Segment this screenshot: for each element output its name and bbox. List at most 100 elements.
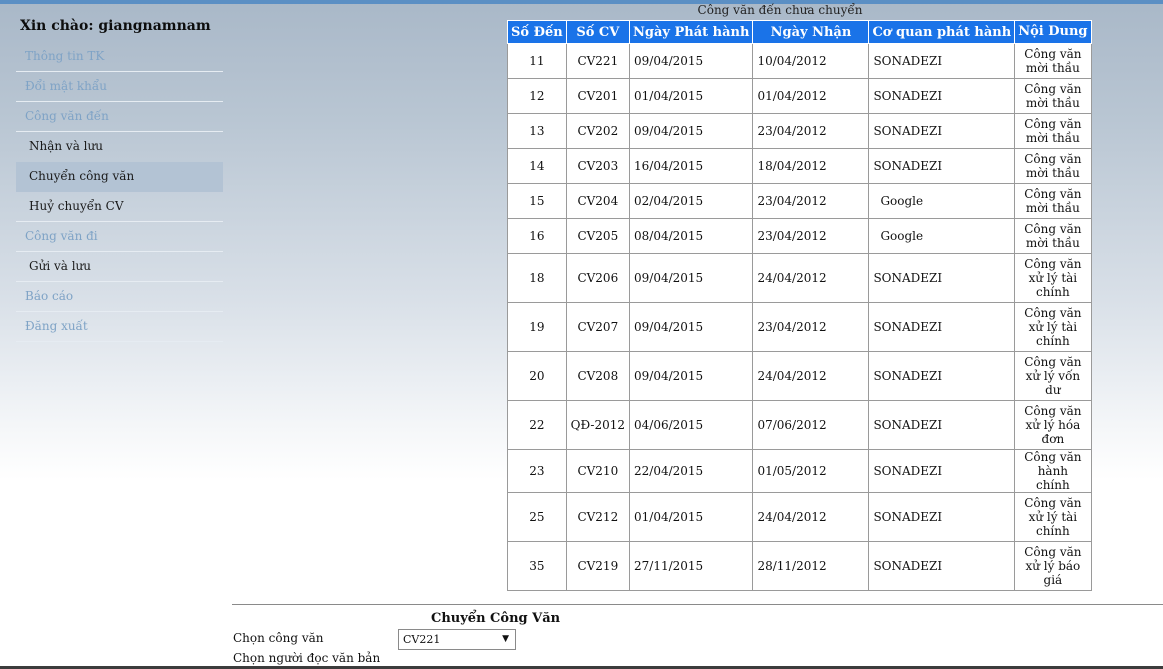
sidebar-item-reports[interactable]: Báo cáo [16, 282, 223, 312]
cell-noi-dung: Công văn mời thầu [1014, 78, 1092, 114]
cell-co-quan: SONADEZI [868, 113, 1016, 149]
sidebar: Xin chào: giangnamnam Thông tin TK Đổi m… [16, 16, 223, 342]
cell-ngay-nhan: 10/04/2012 [752, 43, 870, 79]
sidebar-item-outgoing-docs[interactable]: Công văn đi [16, 222, 223, 252]
cell-so-den: 25 [507, 492, 567, 542]
cell-ngay-nhan: 23/04/2012 [752, 113, 870, 149]
table-row[interactable]: 14 CV203 16/04/2015 18/04/2012 SONADEZI Công … [507, 148, 1092, 184]
choose-reader-label: Chọn người đọc văn bản [233, 651, 381, 665]
cell-ngay-nhan: 23/04/2012 [752, 183, 870, 219]
table-row[interactable]: 19 CV207 09/04/2015 23/04/2012 SONADEZI Công … [507, 302, 1092, 352]
cell-co-quan: SONADEZI [868, 78, 1016, 114]
sidebar-item-account-info[interactable]: Thông tin TK [16, 42, 223, 72]
cell-ngay-phat-hanh: 09/04/2015 [629, 43, 754, 79]
cell-noi-dung: Công văn xử lý vốn dư [1014, 351, 1092, 401]
cell-noi-dung: Công văn xử lý hóa đơn [1014, 400, 1092, 450]
cell-ngay-phat-hanh: 27/11/2015 [629, 541, 754, 591]
sidebar-item-transfer-docs[interactable]: Chuyển công văn [16, 162, 223, 192]
cell-so-den: 14 [507, 148, 567, 184]
table-header-row: Số Đến Số CV Ngày Phát hành Ngày Nhận Cơ… [507, 20, 1092, 44]
doc-select[interactable]: CV221 ▼ [398, 629, 516, 650]
sidebar-item-receive-save[interactable]: Nhận và lưu [16, 132, 223, 162]
cell-noi-dung: Công văn mời thầu [1014, 183, 1092, 219]
cell-so-cv: QĐ-2012 [565, 400, 631, 450]
cell-so-den: 35 [507, 541, 567, 591]
cell-ngay-phat-hanh: 22/04/2015 [629, 449, 754, 493]
cell-so-cv: CV208 [565, 351, 631, 401]
sidebar-item-incoming-docs[interactable]: Công văn đến [16, 102, 223, 132]
cell-ngay-phat-hanh: 09/04/2015 [629, 253, 754, 303]
choose-doc-label: Chọn công văn [233, 631, 324, 645]
sidebar-item-logout[interactable]: Đăng xuất [16, 312, 223, 342]
cell-co-quan: Google [868, 183, 1016, 219]
dropdown-arrow-icon: ▼ [502, 634, 509, 644]
sidebar-menu: Thông tin TK Đổi mật khẩu Công văn đến N… [16, 42, 223, 342]
cell-so-den: 12 [507, 78, 567, 114]
table-row[interactable]: 18 CV206 09/04/2015 24/04/2012 SONADEZI Công … [507, 253, 1092, 303]
table-row[interactable]: 23 CV210 22/04/2015 01/05/2012 SONADEZI Công … [507, 449, 1092, 493]
cell-ngay-nhan: 28/11/2012 [752, 541, 870, 591]
cell-so-den: 23 [507, 449, 567, 493]
cell-co-quan: SONADEZI [868, 351, 1016, 401]
cell-co-quan: SONADEZI [868, 541, 1016, 591]
cell-noi-dung: Công văn hành chính [1014, 449, 1092, 493]
cell-so-cv: CV219 [565, 541, 631, 591]
cell-ngay-nhan: 07/06/2012 [752, 400, 870, 450]
table-row[interactable]: 13 CV202 09/04/2015 23/04/2012 SONADEZI Công … [507, 113, 1092, 149]
cell-ngay-nhan: 18/04/2012 [752, 148, 870, 184]
cell-so-den: 19 [507, 302, 567, 352]
cell-ngay-phat-hanh: 09/04/2015 [629, 302, 754, 352]
cell-ngay-nhan: 23/04/2012 [752, 218, 870, 254]
table-row[interactable]: 25 CV212 01/04/2015 24/04/2012 SONADEZI Công … [507, 492, 1092, 542]
table-row[interactable]: 11 CV221 09/04/2015 10/04/2012 SONADEZI Công … [507, 43, 1092, 79]
cell-co-quan: Google [868, 218, 1016, 254]
cell-so-cv: CV201 [565, 78, 631, 114]
cell-ngay-nhan: 23/04/2012 [752, 302, 870, 352]
header-so-den: Số Đến [507, 20, 567, 44]
cell-noi-dung: Công văn mời thầu [1014, 148, 1092, 184]
cell-co-quan: SONADEZI [868, 302, 1016, 352]
sidebar-item-send-save[interactable]: Gửi và lưu [16, 252, 223, 282]
table-row[interactable]: 16 CV205 08/04/2015 23/04/2012 Google Công vă… [507, 218, 1092, 254]
cell-ngay-phat-hanh: 16/04/2015 [629, 148, 754, 184]
table-row[interactable]: 12 CV201 01/04/2015 01/04/2012 SONADEZI Công … [507, 78, 1092, 114]
cell-so-den: 15 [507, 183, 567, 219]
cell-co-quan: SONADEZI [868, 492, 1016, 542]
sidebar-item-cancel-transfer[interactable]: Huỷ chuyển CV [16, 192, 223, 222]
greeting: Xin chào: giangnamnam [20, 18, 211, 34]
cell-co-quan: SONADEZI [868, 400, 1016, 450]
cell-co-quan: SONADEZI [868, 43, 1016, 79]
cell-ngay-phat-hanh: 01/04/2015 [629, 78, 754, 114]
cell-so-den: 11 [507, 43, 567, 79]
table-row[interactable]: 20 CV208 09/04/2015 24/04/2012 SONADEZI Công … [507, 351, 1092, 401]
cell-noi-dung: Công văn xử lý báo giá [1014, 541, 1092, 591]
doc-select-value: CV221 [403, 633, 441, 646]
table-row[interactable]: 35 CV219 27/11/2015 28/11/2012 SONADEZI Công … [507, 541, 1092, 591]
cell-so-cv: CV204 [565, 183, 631, 219]
cell-noi-dung: Công văn mời thầu [1014, 43, 1092, 79]
table-body: 11 CV221 09/04/2015 10/04/2012 SONADEZI Công … [507, 43, 1092, 591]
header-co-quan: Cơ quan phát hành [868, 20, 1016, 44]
cell-so-cv: CV221 [565, 43, 631, 79]
cell-ngay-phat-hanh: 09/04/2015 [629, 113, 754, 149]
cell-ngay-nhan: 01/04/2012 [752, 78, 870, 114]
cell-noi-dung: Công văn xử lý tài chính [1014, 253, 1092, 303]
cell-ngay-nhan: 24/04/2012 [752, 492, 870, 542]
header-so-cv: Số CV [565, 20, 631, 44]
sidebar-item-change-password[interactable]: Đổi mật khẩu [16, 72, 223, 102]
header-ngay-phat-hanh: Ngày Phát hành [629, 20, 754, 44]
cell-ngay-nhan: 24/04/2012 [752, 351, 870, 401]
form-title: Chuyển Công Văn [431, 611, 561, 626]
cell-ngay-nhan: 24/04/2012 [752, 253, 870, 303]
table-row[interactable]: 15 CV204 02/04/2015 23/04/2012 Google Công vă… [507, 183, 1092, 219]
cell-ngay-nhan: 01/05/2012 [752, 449, 870, 493]
cell-so-den: 18 [507, 253, 567, 303]
cell-co-quan: SONADEZI [868, 148, 1016, 184]
cell-so-cv: CV205 [565, 218, 631, 254]
table-row[interactable]: 22 QĐ-2012 04/06/2015 07/06/2012 SONADEZI Côn… [507, 400, 1092, 450]
cell-so-den: 20 [507, 351, 567, 401]
cell-noi-dung: Công văn xử lý tài chính [1014, 302, 1092, 352]
incoming-docs-table: Số Đến Số CV Ngày Phát hành Ngày Nhận Cơ… [507, 20, 1092, 591]
cell-noi-dung: Công văn xử lý tài chính [1014, 492, 1092, 542]
form-divider [232, 604, 1163, 605]
